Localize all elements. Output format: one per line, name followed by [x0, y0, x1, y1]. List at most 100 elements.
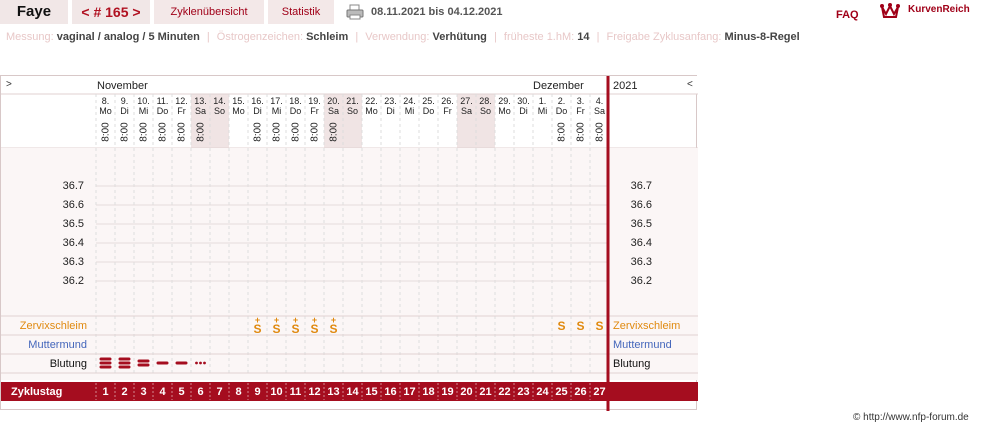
- measurement-time: 8:00: [253, 122, 264, 142]
- bleeding-mark: [118, 365, 131, 369]
- weekday-label: Di: [120, 106, 129, 116]
- printer-icon[interactable]: [346, 4, 364, 20]
- cycle-day-number: 15: [365, 386, 377, 398]
- weekday-label: Do: [423, 106, 435, 116]
- measurement-time: 8:00: [120, 122, 131, 142]
- cycle-day-number: 8: [235, 386, 241, 398]
- day-number: 27.: [460, 96, 473, 106]
- meta-value: vaginal / analog / 5 Minuten: [56, 31, 200, 43]
- bleeding-row-label: Blutung: [613, 358, 650, 370]
- weekday-label: Do: [556, 106, 568, 116]
- mucus-mark: S: [272, 322, 280, 336]
- temp-label-right: 36.3: [631, 256, 652, 268]
- meta-value: Verhütung: [432, 31, 487, 43]
- temp-label-left: 36.5: [63, 218, 84, 230]
- chart-grid: 8.Mo9.Di10.Mi11.Do12.Fr13.Sa14.So15.Mo16…: [1, 76, 698, 411]
- temp-label-right: 36.6: [631, 199, 652, 211]
- scroll-right-button[interactable]: <: [687, 79, 693, 90]
- temp-label-left: 36.7: [63, 180, 84, 192]
- observations-area: [1, 316, 698, 380]
- copyright: © http://www.nfp-forum.de: [853, 412, 969, 423]
- cycle-day-number: 17: [403, 386, 415, 398]
- weekday-label: Fr: [177, 106, 186, 116]
- day-number: 15.: [232, 96, 245, 106]
- weekday-label: Mo: [365, 106, 378, 116]
- weekday-label: Di: [519, 106, 528, 116]
- mucus-mark: S: [557, 319, 565, 333]
- brand-name: KurvenReich: [908, 4, 970, 15]
- temp-label-left: 36.6: [63, 199, 84, 211]
- day-number: 8.: [102, 96, 110, 106]
- measurement-time: 8:00: [576, 122, 587, 142]
- cycle-day-number: 4: [159, 386, 166, 398]
- weekday-label: Mi: [405, 106, 415, 116]
- cycle-day-number: 11: [290, 386, 302, 398]
- faq-link[interactable]: FAQ: [836, 3, 859, 27]
- cycle-day-number: 24: [536, 386, 549, 398]
- weekday-label: Fr: [576, 106, 585, 116]
- cycle-day-number: 12: [308, 386, 320, 398]
- next-cycle-button[interactable]: >: [132, 4, 140, 20]
- day-number: 21.: [346, 96, 359, 106]
- cycle-day-number: 5: [178, 386, 184, 398]
- weekday-label: So: [347, 106, 358, 116]
- cycle-day-number: 6: [197, 386, 203, 398]
- meta-key: Östrogenzeichen:: [216, 31, 303, 43]
- cycle-day-number: 20: [460, 386, 472, 398]
- bleeding-mark: [137, 363, 150, 367]
- meta-key: früheste 1.hM:: [503, 31, 575, 43]
- muttermund-row-label: Muttermund: [28, 339, 87, 351]
- measurement-time: 8:00: [291, 122, 302, 142]
- cycle-day-number: 21: [479, 386, 491, 398]
- user-name: Faye: [0, 0, 68, 24]
- weekday-label: Sa: [328, 106, 339, 116]
- cycle-settings: Messung: vaginal / analog / 5 Minuten | …: [6, 30, 800, 44]
- measurement-time: 8:00: [139, 122, 150, 142]
- scroll-left-button[interactable]: >: [6, 79, 12, 90]
- weekday-label: Di: [253, 106, 262, 116]
- meta-key: Verwendung:: [365, 31, 430, 43]
- day-number: 19.: [308, 96, 321, 106]
- cycle-day-number: 9: [254, 386, 260, 398]
- cycle-navigator: < # 165 >: [72, 0, 150, 24]
- day-number: 18.: [289, 96, 302, 106]
- cycle-day-number: 2: [121, 386, 127, 398]
- weekday-label: So: [480, 106, 491, 116]
- spotting-mark: [199, 361, 202, 365]
- date-range: 08.11.2021 bis 04.12.2021: [371, 6, 503, 18]
- month-label: November: [97, 80, 148, 92]
- mucus-mark: S: [291, 322, 299, 336]
- tab-cycle-overview[interactable]: Zyklenübersicht: [154, 0, 264, 24]
- mucus-mark: S: [329, 322, 337, 336]
- cycle-day-label: Zyklustag: [11, 386, 62, 398]
- bleeding-mark: [156, 361, 169, 365]
- temp-label-right: 36.7: [631, 180, 652, 192]
- meta-value: 14: [577, 31, 590, 43]
- mucus-mark: S: [253, 322, 261, 336]
- meta-key: Freigabe Zyklusanfang:: [606, 31, 722, 43]
- cycle-day-number: 14: [346, 386, 359, 398]
- day-number: 29.: [498, 96, 511, 106]
- mucus-mark: S: [310, 322, 318, 336]
- day-number: 9.: [121, 96, 129, 106]
- measurement-time: 8:00: [272, 122, 283, 142]
- brand-logo[interactable]: KurvenReich: [880, 2, 980, 22]
- weekday-label: Fr: [443, 106, 452, 116]
- temp-label-right: 36.5: [631, 218, 652, 230]
- day-number: 12.: [175, 96, 188, 106]
- weekday-label: Di: [386, 106, 395, 116]
- crown-icon: [880, 3, 900, 18]
- spotting-mark: [195, 361, 198, 365]
- bleeding-mark: [99, 365, 112, 369]
- day-number: 14.: [213, 96, 226, 106]
- measurement-time: 8:00: [158, 122, 169, 142]
- separator: |: [355, 31, 359, 43]
- day-number: 24.: [403, 96, 416, 106]
- weekday-label: Do: [290, 106, 302, 116]
- temp-label-left: 36.2: [63, 275, 84, 287]
- cycle-day-number: 13: [327, 386, 339, 398]
- prev-cycle-button[interactable]: <: [81, 4, 89, 20]
- day-number: 17.: [270, 96, 283, 106]
- tab-statistics[interactable]: Statistik: [268, 0, 334, 24]
- cervix-row-label: Zervixschleim: [20, 320, 87, 332]
